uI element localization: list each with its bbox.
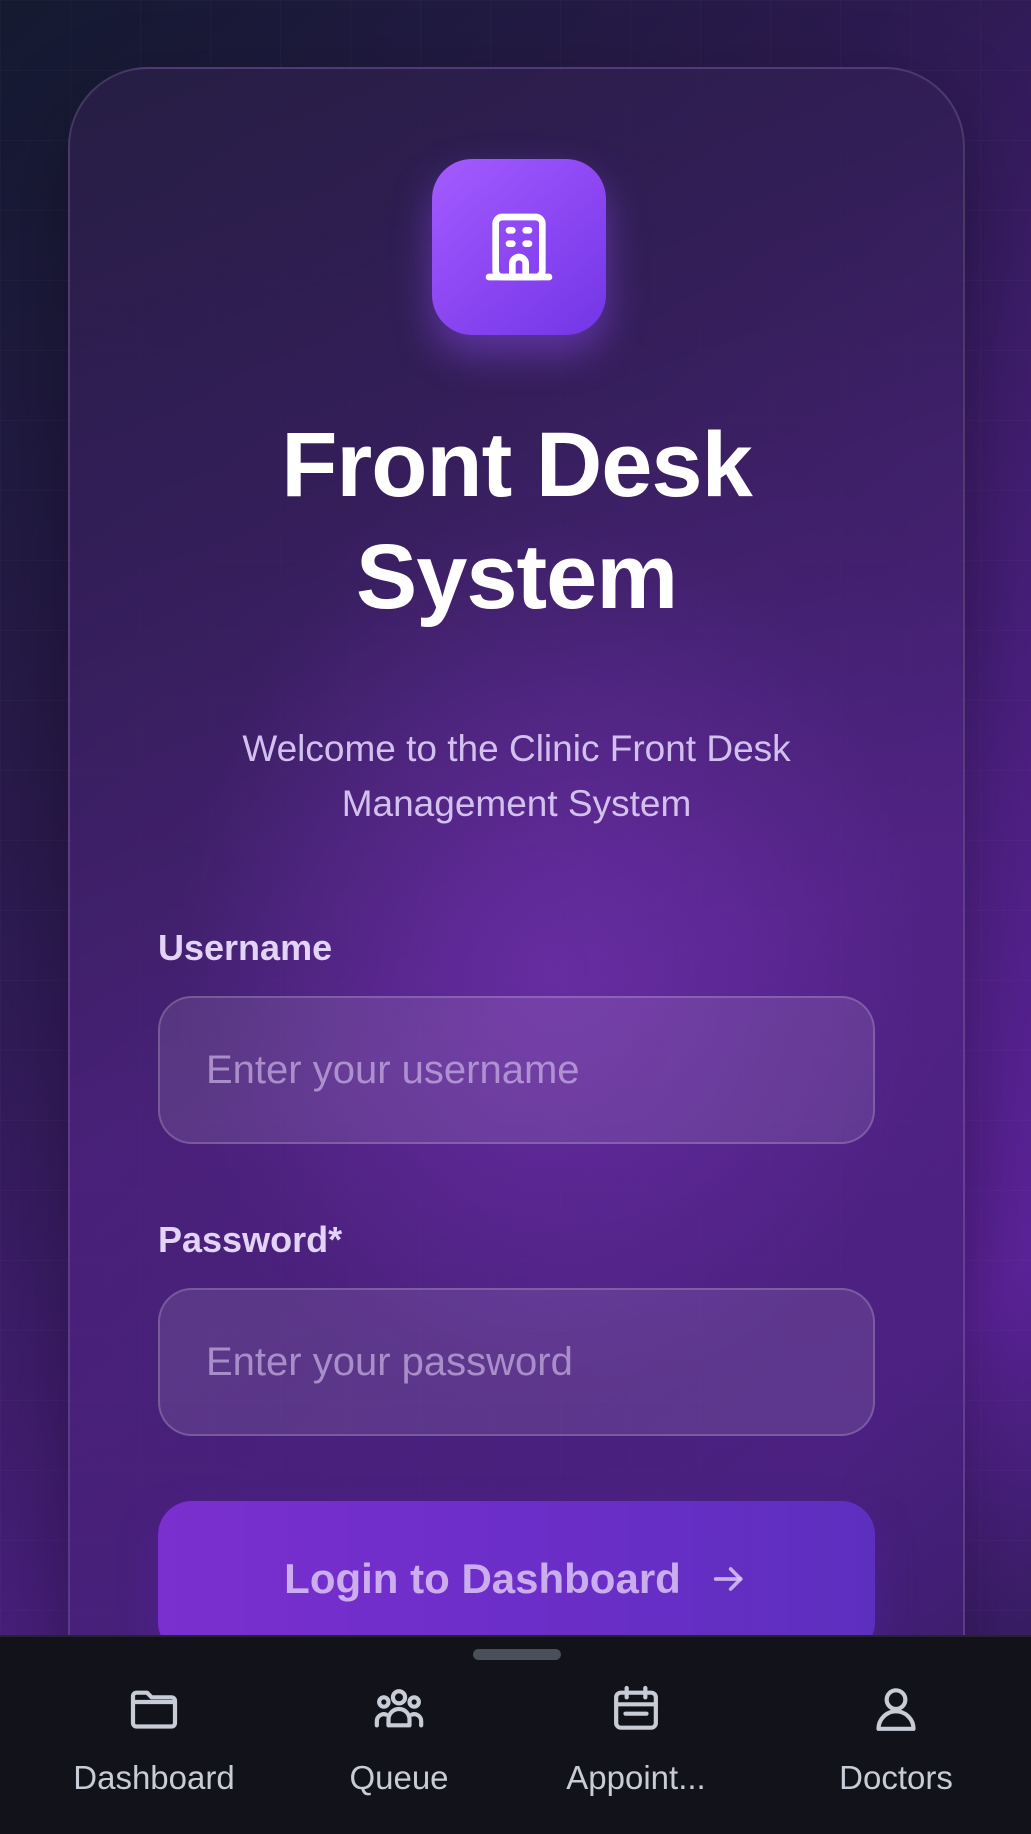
nav-label-doctors: Doctors (839, 1759, 953, 1796)
login-button[interactable]: Login to Dashboard (158, 1501, 875, 1656)
building-icon (485, 213, 553, 281)
nav-item-dashboard[interactable]: Dashboard (44, 1681, 264, 1797)
password-input[interactable] (158, 1288, 875, 1436)
drag-handle[interactable] (473, 1649, 561, 1660)
title-line-1: Front Desk (281, 414, 753, 516)
nav-item-doctors[interactable]: Doctors (786, 1681, 1006, 1797)
nav-item-queue[interactable]: Queue (289, 1681, 509, 1797)
nav-item-appointments[interactable]: Appoint... (526, 1681, 746, 1797)
folder-icon (130, 1690, 178, 1729)
username-label: Username (158, 927, 333, 968)
page-title: Front Desk System (70, 409, 963, 633)
username-input[interactable] (158, 996, 875, 1144)
password-label: Password* (158, 1219, 343, 1260)
users-icon (374, 1689, 424, 1728)
nav-label-appointments: Appoint... (566, 1759, 706, 1796)
logo-tile (432, 159, 606, 335)
login-button-label: Login to Dashboard (284, 1554, 681, 1602)
title-line-2: System (355, 526, 678, 628)
arrow-right-icon (713, 1566, 743, 1591)
nav-label-dashboard: Dashboard (73, 1759, 235, 1796)
calendar-icon (614, 1685, 658, 1730)
page-subtitle: Welcome to the Clinic Front Desk Managem… (242, 728, 791, 824)
nav-label-queue: Queue (349, 1759, 449, 1796)
login-card: Front Desk System Welcome to the Clinic … (68, 67, 965, 1767)
user-icon (876, 1688, 916, 1731)
bottom-navigation: Dashboard Queue Appoint... Doctors (0, 1635, 1031, 1834)
